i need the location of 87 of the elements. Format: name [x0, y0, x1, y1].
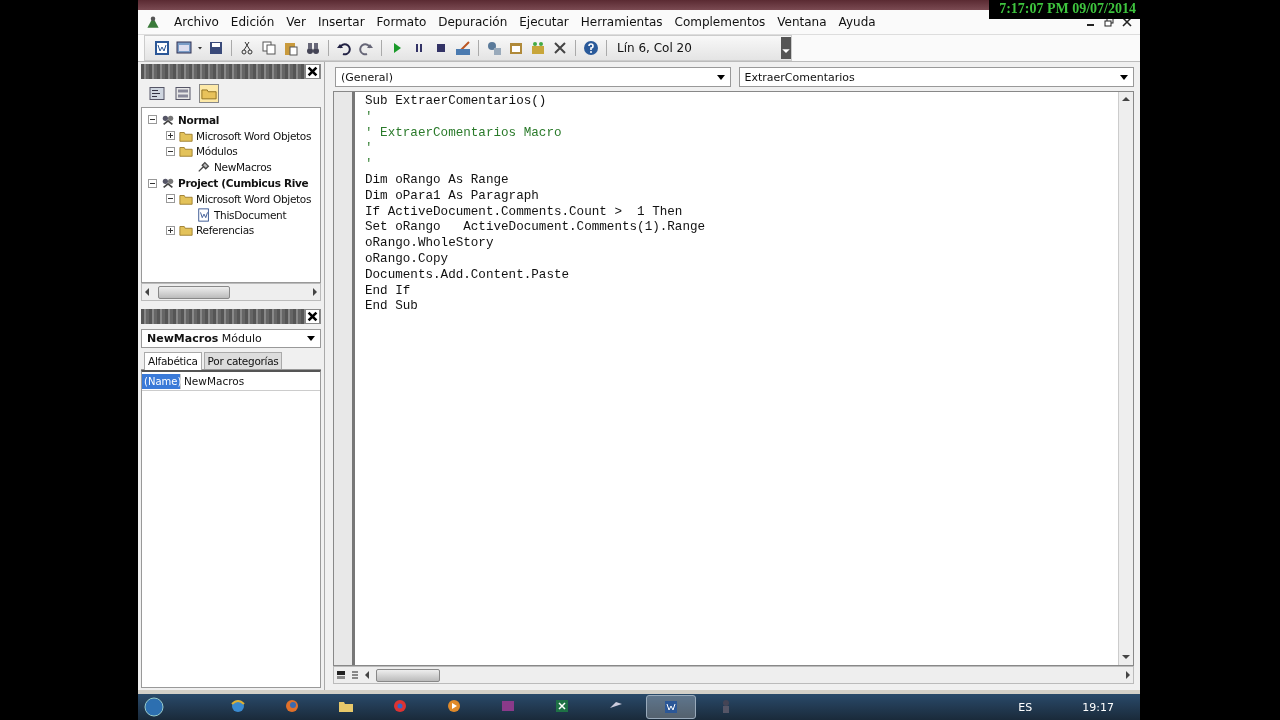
- design-mode-icon[interactable]: [455, 40, 471, 56]
- close-icon[interactable]: [305, 309, 320, 324]
- code-line: End If: [365, 283, 412, 300]
- tree-item[interactable]: Referencias: [196, 224, 254, 237]
- code-line: Set oRango ActiveDocument.Comments(1).Range: [365, 220, 707, 237]
- project-explorer-icon[interactable]: [486, 40, 502, 56]
- menu-item[interactable]: Edición: [224, 15, 281, 29]
- copy-icon[interactable]: [261, 40, 277, 56]
- tree-item[interactable]: ThisDocument: [214, 208, 287, 221]
- menu-item[interactable]: Formato: [370, 15, 433, 29]
- object-dropdown[interactable]: NewMacros Módulo: [141, 329, 321, 348]
- menu-item[interactable]: Depuración: [432, 15, 514, 29]
- object-name: NewMacros Módulo: [147, 332, 262, 345]
- chrome-icon[interactable]: [392, 698, 408, 714]
- clock-overlay: 7:17:07 PM 09/07/2014: [989, 0, 1140, 19]
- document-icon[interactable]: [197, 207, 211, 222]
- excel-icon[interactable]: [554, 698, 570, 714]
- code-line: oRango.WholeStory: [365, 236, 495, 252]
- code-line: Sub ExtraerComentarios(): [365, 94, 548, 110]
- property-value[interactable]: NewMacros: [181, 375, 245, 387]
- menu-item[interactable]: Ventana: [771, 15, 833, 29]
- project-icon[interactable]: [161, 176, 175, 191]
- code-line: Documents.Add.Content.Paste: [365, 267, 571, 284]
- tree-item[interactable]: Microsoft Word Objetos: [196, 129, 312, 142]
- tab[interactable]: Alfabética: [144, 352, 202, 370]
- tab[interactable]: Por categorías: [203, 352, 283, 369]
- code-line: oRango.Copy: [365, 251, 450, 268]
- internet-explorer-icon[interactable]: [230, 698, 246, 714]
- menu-item[interactable]: Archivo: [168, 15, 225, 29]
- code-comment: ' ExtraerComentarios Macro: [365, 125, 563, 142]
- code-line: End Sub: [365, 299, 419, 316]
- expand-icon[interactable]: [166, 131, 175, 141]
- menu-item[interactable]: Insertar: [311, 15, 371, 29]
- properties-icon[interactable]: [508, 40, 524, 56]
- help-icon[interactable]: [583, 40, 599, 56]
- word-icon[interactable]: [154, 40, 170, 56]
- firefox-icon[interactable]: [284, 698, 300, 714]
- paste-icon[interactable]: [283, 40, 299, 56]
- taskbar-button[interactable]: [646, 695, 696, 719]
- procedure-view-icon[interactable]: [336, 670, 346, 680]
- code-line: If ActiveDocument.Comments.Count > 1 Then: [365, 204, 684, 221]
- save-icon[interactable]: [208, 40, 224, 56]
- toolbar-options-icon[interactable]: [781, 37, 791, 59]
- collapse-icon[interactable]: [166, 147, 175, 156]
- scrollbar-thumb[interactable]: [376, 669, 440, 682]
- undo-icon[interactable]: [336, 40, 352, 56]
- object-dropdown[interactable]: (General): [335, 67, 731, 87]
- media-player-icon[interactable]: [446, 698, 462, 714]
- menu-item[interactable]: Ejecutar: [513, 15, 575, 29]
- module-icon[interactable]: [197, 160, 211, 175]
- collapse-icon[interactable]: [166, 194, 175, 204]
- tree-item[interactable]: NewMacros: [214, 161, 272, 174]
- restore-icon[interactable]: [1104, 17, 1114, 27]
- scrollbar-thumb[interactable]: [158, 286, 230, 299]
- dropdown-arrow-icon: [1120, 74, 1128, 80]
- module-view-icon[interactable]: [350, 670, 360, 680]
- menu-item[interactable]: Ayuda: [832, 15, 882, 29]
- expand-icon[interactable]: [166, 225, 175, 235]
- menu-item[interactable]: Ver: [280, 15, 312, 29]
- binoculars-icon[interactable]: [305, 40, 321, 56]
- procedure-dropdown[interactable]: ExtraerComentarios: [738, 67, 1134, 87]
- code-comment: ': [365, 157, 374, 173]
- collapse-icon[interactable]: [148, 178, 157, 188]
- code-comment: ': [365, 141, 374, 158]
- tree-item[interactable]: Normal: [178, 113, 219, 126]
- dropdown-arrow-icon: [716, 74, 725, 80]
- code-line: Dim oPara1 As Paragraph: [365, 188, 540, 205]
- close-icon[interactable]: [1122, 17, 1132, 27]
- object-browser-icon[interactable]: [530, 40, 546, 56]
- menu-item[interactable]: Complementos: [668, 15, 772, 29]
- tree-item[interactable]: Módulos: [196, 145, 238, 158]
- insert-userform-icon[interactable]: [176, 40, 192, 56]
- word-icon[interactable]: [663, 699, 679, 715]
- language-indicator[interactable]: ES: [1018, 700, 1033, 714]
- tree-item[interactable]: Project (Cumbicus Rive: [178, 177, 309, 190]
- tree-item[interactable]: Microsoft Word Objetos: [196, 192, 312, 205]
- start-button[interactable]: [144, 697, 164, 717]
- code-comment: ': [365, 109, 374, 126]
- code-line: Dim oRango As Range: [365, 173, 510, 189]
- collapse-icon[interactable]: [148, 115, 157, 125]
- taskbar-clock[interactable]: 19:17: [1082, 700, 1114, 714]
- redo-icon[interactable]: [358, 40, 374, 56]
- dropdown-arrow-icon: [307, 336, 315, 341]
- menu-item[interactable]: Herramientas: [574, 15, 669, 29]
- cut-icon[interactable]: [239, 40, 255, 56]
- cursor-position: Lín 6, Col 20: [617, 41, 693, 55]
- close-icon[interactable]: [305, 64, 320, 79]
